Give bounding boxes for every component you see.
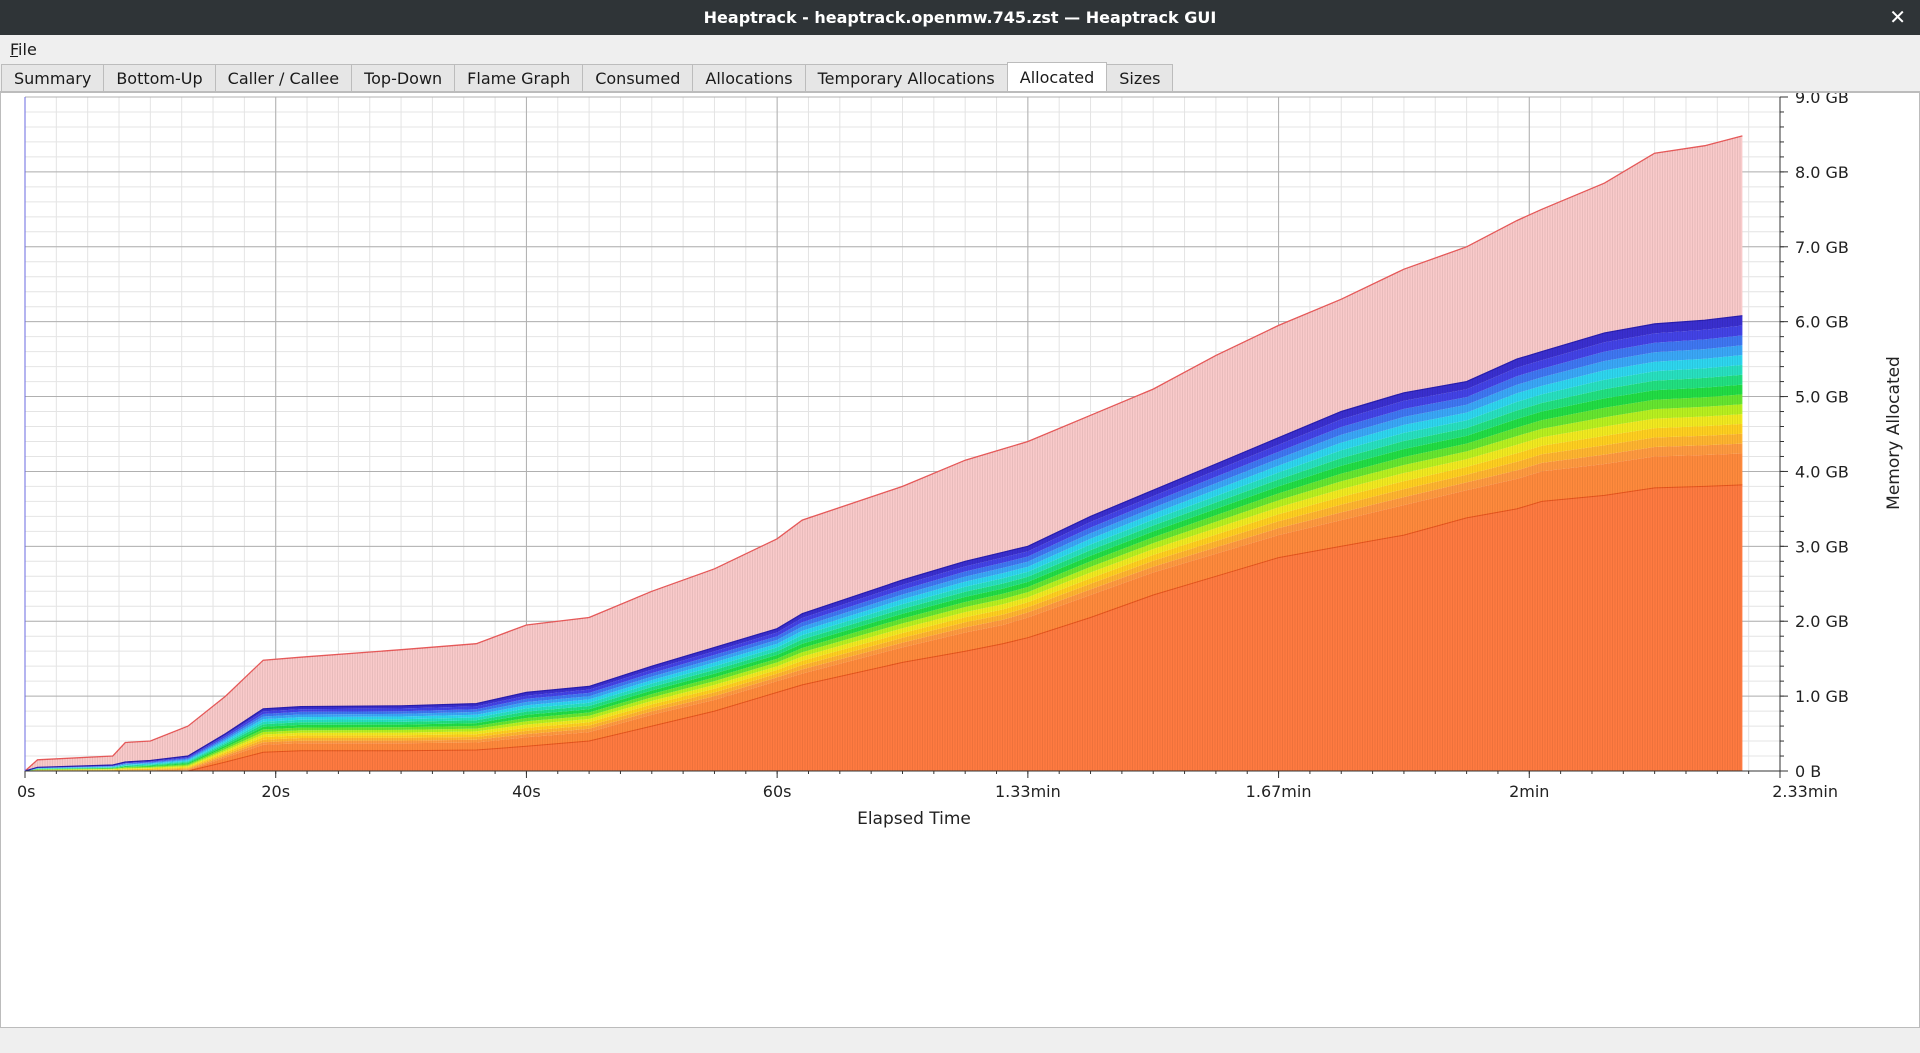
y-tick-label: 5.0 GB (1795, 388, 1849, 407)
status-bar (0, 1028, 1920, 1053)
tab-bar: Summary Bottom-Up Caller / Callee Top-Do… (0, 62, 1920, 92)
area-layer (24, 135, 1743, 772)
y-tick-label: 7.0 GB (1795, 238, 1849, 257)
close-icon[interactable]: ✕ (1889, 5, 1906, 29)
tab-allocated[interactable]: Allocated (1006, 62, 1108, 91)
tab-consumed[interactable]: Consumed (582, 64, 694, 91)
tab-label: Bottom-Up (116, 68, 203, 88)
y-tick-label: 0 B (1795, 762, 1821, 781)
window-titlebar: Heaptrack - heaptrack.openmw.745.zst — H… (0, 0, 1920, 35)
x-tick-label: 40s (512, 782, 541, 801)
tab-label: Temporary Allocations (817, 68, 995, 88)
x-tick-label: 0s (17, 782, 36, 801)
x-tick-label: 1.67min (1246, 782, 1312, 801)
window-title: Heaptrack - heaptrack.openmw.745.zst — H… (703, 8, 1217, 27)
y-tick-label: 1.0 GB (1795, 687, 1849, 706)
tab-label: Flame Graph (467, 68, 571, 88)
tab-bottom-up[interactable]: Bottom-Up (103, 64, 216, 91)
chart-panel: 0 B 1.0 GB 2.0 GB 3.0 GB 4.0 GB 5.0 GB 6.0 GB 7… (0, 88, 1920, 1028)
menu-file-mnemonic: F (10, 39, 19, 59)
y-tick-label: 2.0 GB (1795, 612, 1849, 631)
x-tick-label: 60s (763, 782, 792, 801)
tab-label: Caller / Callee (227, 68, 340, 88)
x-tick-label: 1.33min (995, 782, 1061, 801)
x-tick-label: 2.33min (1772, 782, 1838, 801)
sample-hatch (25, 135, 1741, 771)
tab-summary[interactable]: Summary (1, 64, 105, 91)
tab-flame-graph[interactable]: Flame Graph (454, 64, 584, 91)
x-tick-label: 20s (261, 782, 290, 801)
tab-label: Allocations (705, 68, 793, 88)
tab-label: Top-Down (364, 68, 443, 88)
tab-label: Sizes (1119, 68, 1161, 88)
y-tick-label: 9.0 GB (1795, 93, 1849, 107)
tab-label: Consumed (595, 68, 681, 88)
menu-bar: File (0, 35, 1920, 63)
tab-top-down[interactable]: Top-Down (351, 64, 456, 91)
tab-temporary-allocations[interactable]: Temporary Allocations (804, 64, 1008, 91)
tab-allocations[interactable]: Allocations (692, 64, 806, 91)
y-axis-label: Memory Allocated (1884, 356, 1904, 510)
y-tick-label: 8.0 GB (1795, 163, 1849, 182)
tab-label: Summary (14, 68, 92, 88)
tab-caller-callee[interactable]: Caller / Callee (214, 64, 353, 91)
menu-file-label: ile (18, 39, 37, 59)
tab-sizes[interactable]: Sizes (1106, 64, 1174, 91)
y-tick-label: 4.0 GB (1795, 462, 1849, 481)
allocated-chart[interactable]: 0 B 1.0 GB 2.0 GB 3.0 GB 4.0 GB 5.0 GB 6.0 GB 7… (1, 88, 1919, 1027)
y-tick-label: 6.0 GB (1795, 313, 1849, 332)
tab-label: Allocated (1019, 67, 1095, 87)
x-axis-label: Elapsed Time (857, 809, 971, 829)
x-tick-label: 2min (1509, 782, 1549, 801)
menu-file[interactable]: File (0, 40, 47, 59)
y-tick-label: 3.0 GB (1795, 537, 1849, 556)
